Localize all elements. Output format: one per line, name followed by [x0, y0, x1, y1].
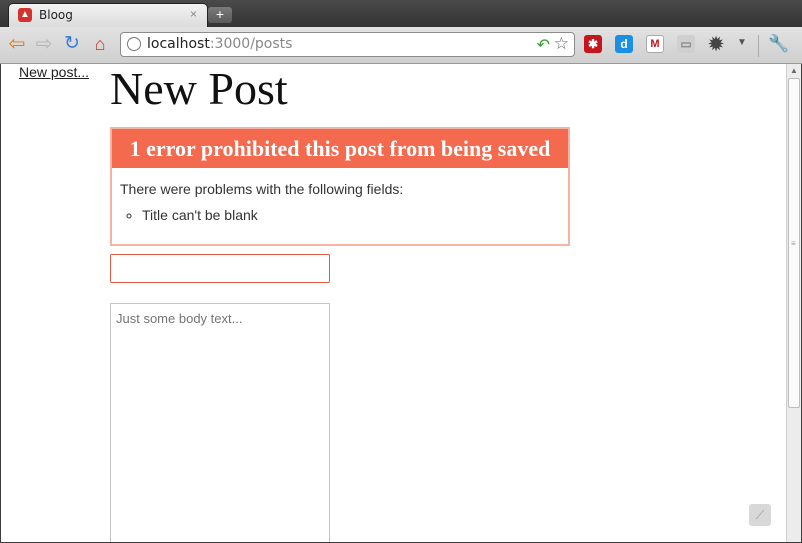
home-icon[interactable]: ⌂ [89, 33, 111, 55]
wrench-icon[interactable]: 🔧 [768, 33, 790, 55]
address-bar[interactable]: localhost:3000/posts ↶ ☆ [120, 32, 575, 57]
body-textarea[interactable] [110, 303, 330, 542]
url-path: :3000/posts [209, 36, 293, 52]
lastpass-extension-icon[interactable]: ✱ [584, 35, 602, 53]
browser-toolbar: ⇦ ⇨ ↻ ⌂ localhost:3000/posts ↶ ☆ ✱ d M ▭… [0, 27, 802, 64]
app-favicon-icon: ▲ [18, 8, 32, 22]
toolbar-divider [758, 35, 759, 57]
tab-title: Bloog [39, 8, 73, 22]
globe-icon [127, 37, 141, 51]
browser-tab[interactable]: ▲ Bloog × [8, 3, 208, 27]
gmail-extension-icon[interactable]: M [646, 35, 664, 53]
bookmark-star-icon[interactable]: ☆ [554, 34, 569, 54]
new-tab-button[interactable]: + [208, 7, 232, 23]
feed-icon[interactable]: ⟋ [749, 504, 771, 526]
tab-close-icon[interactable]: × [190, 7, 197, 21]
printer-extension-icon[interactable]: ▭ [677, 35, 695, 53]
address-url[interactable]: localhost:3000/posts [147, 36, 292, 52]
chevron-down-icon[interactable]: ▼ [737, 37, 747, 48]
error-item: Title can't be blank [142, 207, 258, 223]
vertical-scrollbar[interactable]: ▲ ≡ [786, 64, 801, 542]
go-arrow-icon[interactable]: ↶ [537, 35, 550, 55]
back-arrow-icon[interactable]: ⇦ [6, 33, 28, 55]
page-title: New Post [110, 64, 288, 114]
scroll-up-icon[interactable]: ▲ [790, 66, 798, 75]
url-host: localhost [147, 36, 210, 52]
error-list: Title can't be blank [142, 207, 258, 223]
error-explanation: 1 error prohibited this post from being … [110, 127, 570, 246]
forward-arrow-icon[interactable]: ⇨ [33, 33, 55, 55]
error-intro: There were problems with the following f… [120, 181, 404, 197]
title-field[interactable] [110, 254, 330, 283]
window-titlebar: ▲ Bloog × + [0, 0, 802, 27]
error-heading: 1 error prohibited this post from being … [112, 129, 568, 168]
page-content: New post... New Post 1 error prohibited … [1, 64, 786, 542]
delicious-extension-icon[interactable]: d [615, 35, 633, 53]
reload-icon[interactable]: ↻ [61, 33, 83, 55]
new-post-link[interactable]: New post... [19, 64, 89, 80]
scrollbar-grip-icon: ≡ [791, 239, 796, 248]
gear-extension-icon[interactable]: ✹ [707, 35, 725, 53]
